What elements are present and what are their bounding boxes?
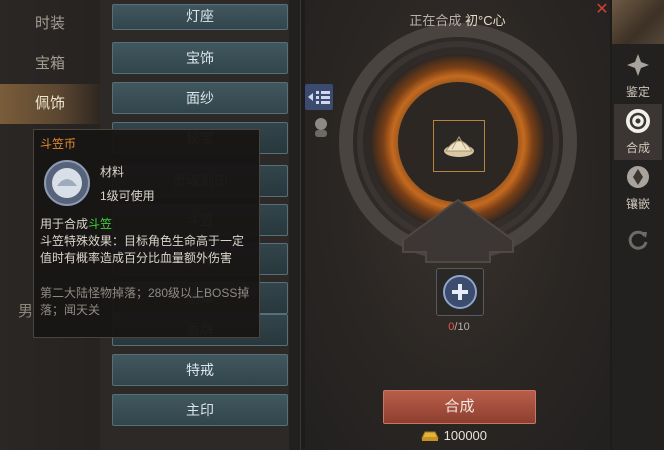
- synthesis-cost-value: 100000: [443, 428, 488, 443]
- category-fashion[interactable]: 时装: [0, 4, 100, 44]
- synthesis-panel: [305, 0, 610, 450]
- tooltip-usage-item: 斗笠: [88, 217, 113, 231]
- close-icon[interactable]: ✕: [594, 2, 610, 18]
- synthesize-button[interactable]: 合成: [383, 390, 536, 424]
- synthesis-title: 正在合成 初°C心: [305, 10, 610, 29]
- character-icon[interactable]: [311, 116, 331, 138]
- category-chest[interactable]: 宝箱: [0, 44, 100, 84]
- hat-icon: [444, 136, 474, 157]
- add-plus-icon: [443, 275, 477, 309]
- tooltip-usage: 用于合成斗笠: [40, 216, 254, 233]
- tab-synthesize-label: 合成: [625, 141, 650, 155]
- tab-inlay-label: 镶嵌: [625, 197, 650, 211]
- material-count: 0/10: [436, 321, 482, 333]
- category-accessory[interactable]: 佩饰: [0, 84, 108, 124]
- synthesis-ring-decoration: [339, 23, 577, 263]
- subcategory-lamp[interactable]: 灯座: [112, 4, 288, 30]
- list-view-icon[interactable]: [305, 84, 333, 110]
- gender-label: 男: [18, 303, 34, 320]
- tooltip-drop-source: 第二大陆怪物掉落；280级以上BOSS掉落；闻天关: [40, 286, 250, 317]
- tab-synthesize[interactable]: 合成: [614, 104, 662, 160]
- gold-ingot-icon: [421, 431, 439, 441]
- tab-identify[interactable]: 鉴定: [614, 48, 662, 104]
- scene-backdrop: [612, 0, 664, 44]
- material-count-required: /10: [454, 321, 470, 333]
- subcategory-scrollbar[interactable]: [289, 0, 300, 450]
- synthesize-icon: [626, 109, 650, 133]
- synthesis-cost: 100000: [420, 428, 487, 443]
- target-item-slot[interactable]: [433, 120, 485, 172]
- tooltip-usage-prefix: 用于合成: [40, 217, 89, 231]
- tooltip-item-level: 1级可使用: [100, 189, 155, 203]
- synthesis-target-name: 初°C心: [465, 13, 506, 28]
- tooltip-item-type: 材料: [100, 165, 125, 179]
- tab-inlay[interactable]: 镶嵌: [614, 160, 662, 216]
- coin-icon: [42, 158, 92, 208]
- tooltip-effect: 斗笠特殊效果：目标角色生命高于一定值时有概率造成百分比血量额外伤害: [40, 234, 245, 265]
- subcategory-main-seal[interactable]: 主印: [112, 394, 288, 426]
- material-slot[interactable]: [436, 268, 484, 316]
- tab-identify-label: 鉴定: [625, 85, 650, 99]
- identify-icon: [627, 54, 649, 76]
- synthesis-title-prefix: 正在合成: [409, 13, 462, 28]
- tooltip-item-name: 斗笠币: [40, 137, 77, 151]
- refresh-icon[interactable]: [626, 228, 650, 252]
- subcategory-veil[interactable]: 面纱: [112, 82, 288, 114]
- subcategory-jewel[interactable]: 宝饰: [112, 42, 288, 74]
- subcategory-special-ring[interactable]: 特戒: [112, 354, 288, 386]
- inlay-icon: [627, 166, 649, 188]
